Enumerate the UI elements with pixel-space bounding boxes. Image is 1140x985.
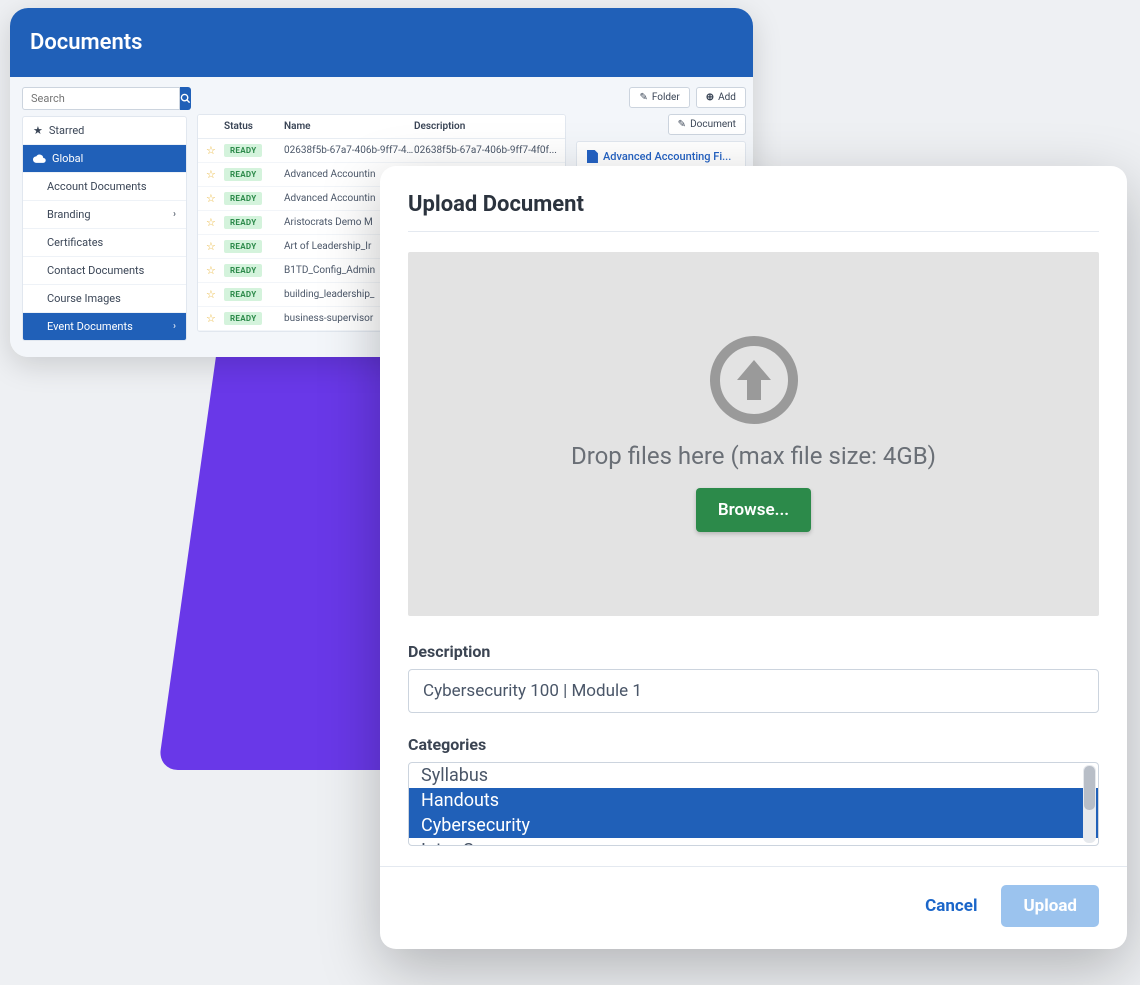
category-option[interactable]: Handouts [409, 788, 1098, 813]
dropzone[interactable]: Drop files here (max file size: 4GB) Bro… [408, 252, 1099, 616]
browse-button[interactable]: Browse... [696, 488, 811, 532]
chevron-right-icon: › [173, 321, 176, 332]
col-description[interactable]: Description [414, 121, 557, 132]
button-label: Add [718, 92, 736, 103]
status-badge: READY [224, 168, 262, 181]
add-button[interactable]: ⊕ Add [696, 87, 746, 108]
star-icon[interactable]: ☆ [206, 264, 216, 277]
pencil-icon: ✎ [639, 92, 647, 103]
nav-label: Branding [47, 208, 91, 221]
search-icon [180, 93, 191, 104]
nav-branding[interactable]: Branding › [23, 201, 186, 229]
scrollbar-thumb[interactable] [1084, 766, 1095, 810]
status-badge: READY [224, 216, 262, 229]
star-icon[interactable]: ☆ [206, 192, 216, 205]
description-label: Description [408, 642, 1099, 661]
category-option[interactable]: Syllabus [409, 763, 1098, 788]
upload-arrow-icon [710, 336, 798, 424]
preview-title[interactable]: Advanced Accounting Fi... [587, 150, 735, 163]
plus-circle-icon: ⊕ [706, 92, 714, 103]
button-label: Document [690, 119, 736, 130]
table-header: Status Name Description [198, 115, 565, 139]
nav-label: Contact Documents [47, 264, 144, 277]
search-input[interactable] [22, 87, 180, 110]
star-icon[interactable]: ☆ [206, 288, 216, 301]
search-button[interactable] [180, 87, 191, 110]
status-badge: READY [224, 240, 262, 253]
nav-list: ★ Starred Global Account Documents Brand… [22, 116, 187, 341]
status-badge: READY [224, 312, 262, 325]
status-badge: READY [224, 192, 262, 205]
col-name[interactable]: Name [284, 121, 414, 132]
nav-label: Account Documents [47, 180, 147, 193]
nav-label: Event Documents [47, 320, 133, 333]
upload-button[interactable]: Upload [1001, 885, 1099, 927]
pencil-icon: ✎ [678, 119, 686, 130]
nav-account-documents[interactable]: Account Documents [23, 173, 186, 201]
cancel-button[interactable]: Cancel [919, 885, 983, 927]
categories-label: Categories [408, 735, 1099, 754]
preview-title-text: Advanced Accounting Fi... [603, 150, 731, 163]
star-icon: ★ [33, 124, 43, 137]
category-option[interactable]: Cybersecurity [409, 813, 1098, 838]
status-badge: READY [224, 264, 262, 277]
drop-text: Drop files here (max file size: 4GB) [571, 442, 936, 470]
star-icon[interactable]: ☆ [206, 168, 216, 181]
folder-button[interactable]: ✎ Folder [629, 87, 689, 108]
nav-course-images[interactable]: Course Images [23, 285, 186, 313]
upload-modal: Upload Document Drop files here (max fil… [380, 166, 1127, 949]
category-option[interactable]: Intro Courses [409, 838, 1098, 846]
cloud-icon [33, 154, 46, 163]
nav-global[interactable]: Global [23, 145, 186, 173]
modal-footer: Cancel Upload [380, 866, 1127, 949]
scrollbar[interactable] [1083, 765, 1096, 843]
nav-label: Course Images [47, 292, 121, 305]
col-status[interactable]: Status [224, 121, 284, 132]
document-button[interactable]: ✎ Document [668, 114, 746, 135]
nav-certificates[interactable]: Certificates [23, 229, 186, 257]
status-badge: READY [224, 144, 262, 157]
nav-label: Starred [49, 124, 85, 137]
page-title: Documents [10, 8, 753, 77]
nav-label: Certificates [47, 236, 103, 249]
star-icon[interactable]: ☆ [206, 216, 216, 229]
nav-event-documents[interactable]: Event Documents › [23, 313, 186, 340]
file-icon [587, 150, 598, 163]
star-icon[interactable]: ☆ [206, 144, 216, 157]
toolbar: ✎ Folder ⊕ Add [197, 87, 746, 108]
button-label: Folder [652, 92, 680, 103]
chevron-right-icon: › [173, 209, 176, 220]
nav-starred[interactable]: ★ Starred [23, 117, 186, 145]
status-badge: READY [224, 288, 262, 301]
description-input[interactable] [408, 669, 1099, 713]
nav-label: Global [52, 152, 83, 165]
row-description: 02638f5b-67a7-406b-9ff7-4f0f... [414, 145, 557, 156]
divider [408, 231, 1099, 232]
categories-select[interactable]: SyllabusHandoutsCybersecurityIntro Cours… [408, 762, 1099, 846]
row-name: 02638f5b-67a7-406b-9ff7-4f0... [284, 145, 414, 156]
sidebar: ★ Starred Global Account Documents Brand… [22, 87, 187, 341]
modal-title: Upload Document [408, 192, 1099, 217]
star-icon[interactable]: ☆ [206, 312, 216, 325]
star-icon[interactable]: ☆ [206, 240, 216, 253]
table-row[interactable]: ☆ READY 02638f5b-67a7-406b-9ff7-4f0...0263… [198, 139, 565, 163]
nav-contact-documents[interactable]: Contact Documents [23, 257, 186, 285]
